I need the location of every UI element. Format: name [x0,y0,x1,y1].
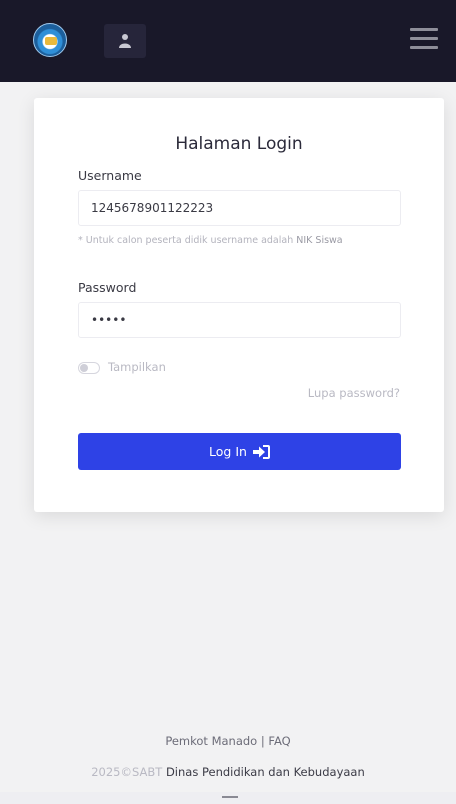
footer-org: Dinas Pendidikan dan Kebudayaan [165,765,365,779]
top-navbar [0,0,456,82]
username-field[interactable] [78,190,401,226]
footer-copyright: 2025©SABT Dinas Pendidikan dan Kebudayaa… [0,765,456,779]
page-title: Halaman Login [175,134,303,154]
login-button-label: Log In [209,444,247,459]
user-button[interactable] [104,24,146,58]
footer-links: Pemkot Manado | FAQ [0,734,456,748]
username-label: Username [78,168,142,183]
sign-in-icon [252,444,270,459]
bottom-handle-bar [0,792,456,804]
forgot-password-link[interactable]: Lupa password? [308,386,400,400]
show-password-label: Tampilkan [108,360,166,374]
footer-separator: | [260,734,265,748]
password-label: Password [78,280,137,295]
footer-link-faq[interactable]: FAQ [268,734,290,748]
user-icon [119,34,131,48]
hamburger-menu-icon[interactable] [410,26,438,52]
tut-wuri-handayani-logo-icon[interactable] [33,23,67,57]
password-field[interactable] [78,302,401,338]
show-password-toggle[interactable] [78,362,100,374]
login-card: Halaman Login Username * Untuk calon pes… [34,98,444,512]
username-hint: * Untuk calon peserta didik username ada… [78,235,343,246]
footer-link-pemkot[interactable]: Pemkot Manado [165,734,257,748]
footer-year: 2025©SABT [91,765,163,779]
login-button[interactable]: Log In [78,433,401,470]
